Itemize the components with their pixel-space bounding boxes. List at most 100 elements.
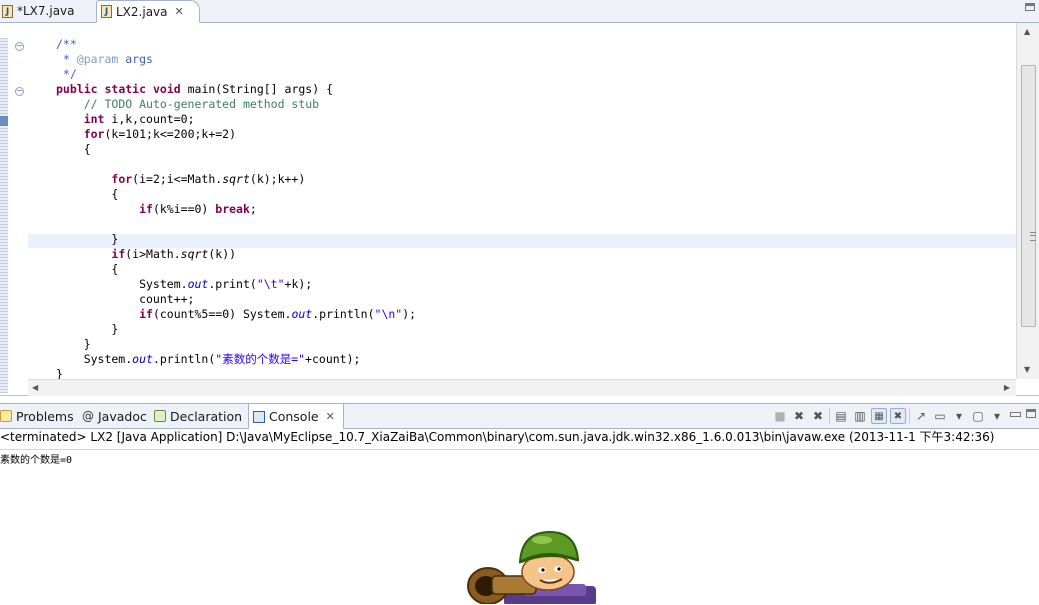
code-token: ; bbox=[249, 202, 257, 216]
remove-all-terminated-icon[interactable]: ✖ bbox=[810, 408, 826, 424]
minimize-icon[interactable] bbox=[1010, 412, 1021, 417]
code-token: /** bbox=[56, 37, 77, 51]
scroll-left-icon[interactable]: ◀ bbox=[32, 383, 38, 392]
show-console-stdout-icon[interactable]: ▥ bbox=[852, 408, 868, 424]
pin-console-icon[interactable]: ▦ bbox=[871, 408, 887, 424]
new-console-icon[interactable]: ▢ bbox=[970, 408, 986, 424]
tab-label: Javadoc bbox=[98, 408, 147, 424]
code-token: "素数的个数是=" bbox=[215, 352, 306, 366]
code-token: ); bbox=[402, 307, 417, 321]
code-editor[interactable]: − − /** * @param args */public static vo… bbox=[0, 23, 1039, 396]
maximize-icon[interactable] bbox=[1025, 3, 1035, 11]
code-token: .print( bbox=[208, 277, 257, 291]
code-token: (i>Math. bbox=[125, 247, 181, 261]
fold-toggle-icon[interactable]: − bbox=[15, 42, 24, 51]
code-token: public bbox=[56, 82, 98, 96]
vertical-scrollbar[interactable]: ▲ ▼ bbox=[1016, 23, 1039, 379]
ruler-marker bbox=[0, 116, 8, 126]
code-token: } bbox=[56, 232, 119, 246]
close-tab-icon[interactable]: ✕ bbox=[326, 410, 335, 423]
code-token: { bbox=[56, 187, 119, 201]
code-token: .println( bbox=[312, 307, 375, 321]
code-token: // TODO Auto-generated method stub bbox=[83, 97, 320, 111]
code-line: { bbox=[56, 142, 91, 157]
code-line: } bbox=[56, 367, 63, 379]
code-token: System. bbox=[56, 352, 133, 366]
code-line: count++; bbox=[56, 292, 194, 307]
code-line: } bbox=[56, 337, 91, 352]
tab-problems[interactable]: Problems bbox=[0, 404, 74, 428]
java-file-icon: J bbox=[101, 5, 112, 18]
fold-toggle-icon[interactable]: − bbox=[15, 87, 24, 96]
open-console-icon[interactable]: ↗ bbox=[913, 408, 929, 424]
code-token: } bbox=[56, 337, 91, 351]
tab-label: *LX7.java bbox=[17, 4, 75, 18]
show-console-stderr-icon[interactable]: ✖ bbox=[890, 408, 906, 424]
problems-icon bbox=[0, 410, 12, 422]
code-line: // TODO Auto-generated method stub bbox=[56, 97, 319, 112]
declaration-icon bbox=[154, 410, 166, 422]
code-line: if(count%5==0) System.out.println("\n"); bbox=[56, 307, 416, 322]
code-token: * bbox=[56, 52, 77, 66]
code-token: System. bbox=[56, 277, 188, 291]
code-token: (k=101;k<=200;k+=2) bbox=[104, 127, 237, 141]
tab-label: Problems bbox=[16, 408, 74, 424]
tab-lx2-java[interactable]: J LX2.java ✕ bbox=[96, 0, 200, 23]
code-token: args bbox=[118, 52, 153, 66]
scroll-right-icon[interactable]: ▶ bbox=[1004, 383, 1010, 392]
at-sign-icon: @ bbox=[82, 409, 94, 423]
code-token: { bbox=[56, 142, 91, 156]
code-token: +count); bbox=[305, 352, 361, 366]
scroll-lock-icon[interactable]: ▤ bbox=[833, 408, 849, 424]
overview-ruler bbox=[0, 38, 8, 393]
code-token: (k);k++) bbox=[249, 172, 306, 186]
console-icon bbox=[253, 410, 265, 423]
dropdown-icon[interactable]: ▾ bbox=[989, 408, 1005, 424]
code-line: int i,k,count=0; bbox=[56, 112, 195, 127]
code-token: (count%5==0) System. bbox=[152, 307, 292, 321]
close-tab-icon[interactable]: ✕ bbox=[175, 5, 184, 18]
scroll-up-icon[interactable]: ▲ bbox=[1024, 27, 1030, 36]
code-token: static bbox=[104, 82, 147, 96]
code-token: @param bbox=[76, 52, 119, 66]
scroll-down-icon[interactable]: ▼ bbox=[1024, 365, 1030, 374]
tab-label: Declaration bbox=[170, 408, 243, 424]
code-line: } bbox=[56, 322, 118, 337]
dropdown-icon[interactable]: ▾ bbox=[951, 408, 967, 424]
code-text[interactable]: /** * @param args */public static void m… bbox=[28, 37, 1016, 379]
view-tab-bar: Problems @ Javadoc Declaration Console ✕… bbox=[0, 403, 1039, 429]
code-token: void bbox=[152, 82, 181, 96]
code-token: int bbox=[83, 112, 105, 126]
code-token: } bbox=[56, 322, 119, 336]
code-token: +k); bbox=[284, 277, 313, 291]
code-token: "\t" bbox=[256, 277, 285, 291]
code-token: for bbox=[83, 127, 105, 141]
tab-label: Console bbox=[269, 409, 319, 424]
tab-label: LX2.java bbox=[116, 4, 168, 19]
code-line: */ bbox=[56, 67, 77, 82]
tab-console[interactable]: Console ✕ bbox=[248, 404, 344, 429]
horizontal-scrollbar[interactable]: ◀ ▶ bbox=[28, 379, 1016, 396]
remove-launch-icon[interactable]: ✖ bbox=[791, 408, 807, 424]
terminate-icon[interactable]: ■ bbox=[772, 408, 788, 424]
code-token: (k)) bbox=[208, 247, 237, 261]
toolbar-separator bbox=[829, 408, 830, 424]
tab-lx7-java[interactable]: J *LX7.java bbox=[0, 0, 94, 22]
scroll-thumb[interactable] bbox=[1021, 65, 1036, 327]
maximize-icon[interactable] bbox=[1026, 409, 1036, 418]
code-token: if bbox=[139, 202, 153, 216]
tab-javadoc[interactable]: @ Javadoc bbox=[82, 404, 147, 428]
code-token: sqrt bbox=[180, 247, 209, 261]
tab-declaration[interactable]: Declaration bbox=[154, 404, 242, 428]
console-status: <terminated> LX2 [Java Application] D:\J… bbox=[0, 430, 995, 444]
code-line: public static void main(String[] args) { bbox=[56, 82, 333, 97]
code-line: * @param args bbox=[56, 52, 153, 67]
display-selected-console-icon[interactable]: ▭ bbox=[932, 408, 948, 424]
